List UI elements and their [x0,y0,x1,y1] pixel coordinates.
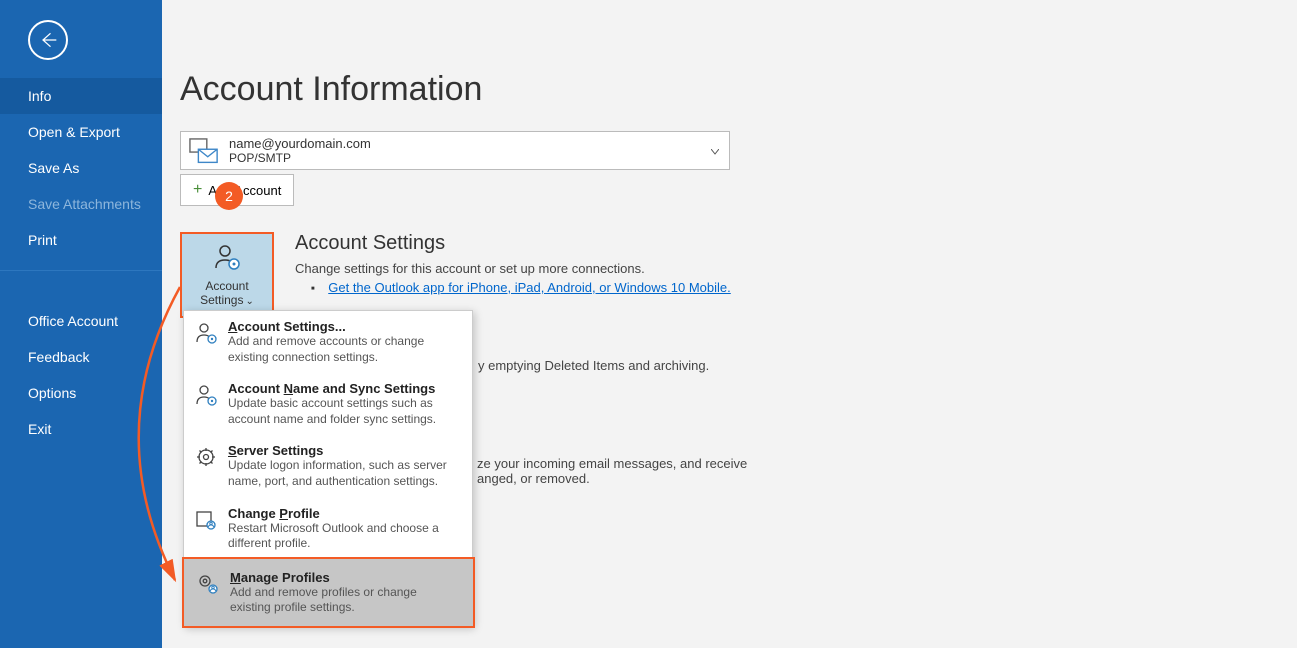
sidebar-nav: Info Open & Export Save As Save Attachme… [0,78,162,447]
outlook-app-link[interactable]: Get the Outlook app for iPhone, iPad, An… [328,280,731,295]
profile-icon [194,508,218,532]
account-settings-text: Account Settings Change settings for thi… [295,232,875,295]
dd-desc: Update basic account settings such as ac… [228,396,462,427]
sidebar-item-office-account[interactable]: Office Account [0,303,162,339]
sidebar-item-info[interactable]: Info [0,78,162,114]
dd-desc: Update logon information, such as server… [228,458,462,489]
sidebar-item-exit[interactable]: Exit [0,411,162,447]
tile-label-2: Settings [200,293,243,307]
account-protocol: POP/SMTP [229,151,371,165]
mailbox-fragment: y emptying Deleted Items and archiving. [478,358,878,373]
backstage-sidebar: Info Open & Export Save As Save Attachme… [0,0,162,648]
sidebar-item-save-attachments: Save Attachments [0,186,162,222]
account-settings-dropdown: Account Settings...Add and remove accoun… [183,310,473,627]
gear-icon [194,445,218,469]
dd-item-name-sync[interactable]: Account Name and Sync SettingsUpdate bas… [184,373,472,435]
dd-title: Server Settings [228,443,462,458]
account-info: name@yourdomain.com POP/SMTP [229,136,371,165]
person-gear-icon [194,383,218,407]
dd-item-account-settings[interactable]: Account Settings...Add and remove accoun… [184,311,472,373]
back-button[interactable] [28,20,68,60]
dd-item-change-profile[interactable]: Change ProfileRestart Microsoft Outlook … [184,498,472,560]
dd-desc: Add and remove accounts or change existi… [228,334,462,365]
dropdown-caret-icon [711,142,719,160]
section-heading: Account Settings [295,232,875,255]
sidebar-divider [0,270,162,291]
chevron-down-icon: ⌄ [245,296,253,307]
dd-desc: Restart Microsoft Outlook and choose a d… [228,521,462,552]
annotation-badge-2: 2 [215,182,243,210]
dd-title: Manage Profiles [230,570,460,585]
section-desc: Change settings for this account or set … [295,261,875,276]
sidebar-item-print[interactable]: Print [0,222,162,258]
page-title: Account Information [180,70,1279,109]
account-settings-tile[interactable]: Account Settings⌄ [180,232,274,318]
dd-desc: Add and remove profiles or change existi… [230,585,460,616]
tile-label-1: Account [205,279,248,293]
plus-icon: + [193,181,202,199]
sidebar-item-options[interactable]: Options [0,375,162,411]
account-email: name@yourdomain.com [229,136,371,151]
dd-title: Account Settings... [228,319,462,334]
account-settings-icon [212,242,242,275]
dd-item-manage-profiles[interactable]: Manage ProfilesAdd and remove profiles o… [182,557,475,628]
person-gear-icon [194,321,218,345]
gear-profile-icon [196,572,220,596]
sidebar-item-feedback[interactable]: Feedback [0,339,162,375]
dd-item-server-settings[interactable]: Server SettingsUpdate logon information,… [184,435,472,497]
account-icon [189,138,219,164]
dd-title: Account Name and Sync Settings [228,381,462,396]
sidebar-item-open-export[interactable]: Open & Export [0,114,162,150]
rules-fragment: ze your incoming email messages, and rec… [477,456,877,486]
sidebar-item-save-as[interactable]: Save As [0,150,162,186]
account-selector[interactable]: name@yourdomain.com POP/SMTP [180,131,730,170]
account-settings-section: Account Settings⌄ Account Settings Chang… [180,232,1279,318]
dd-title: Change Profile [228,506,462,521]
outlook-app-link-row: Get the Outlook app for iPhone, iPad, An… [311,280,875,295]
